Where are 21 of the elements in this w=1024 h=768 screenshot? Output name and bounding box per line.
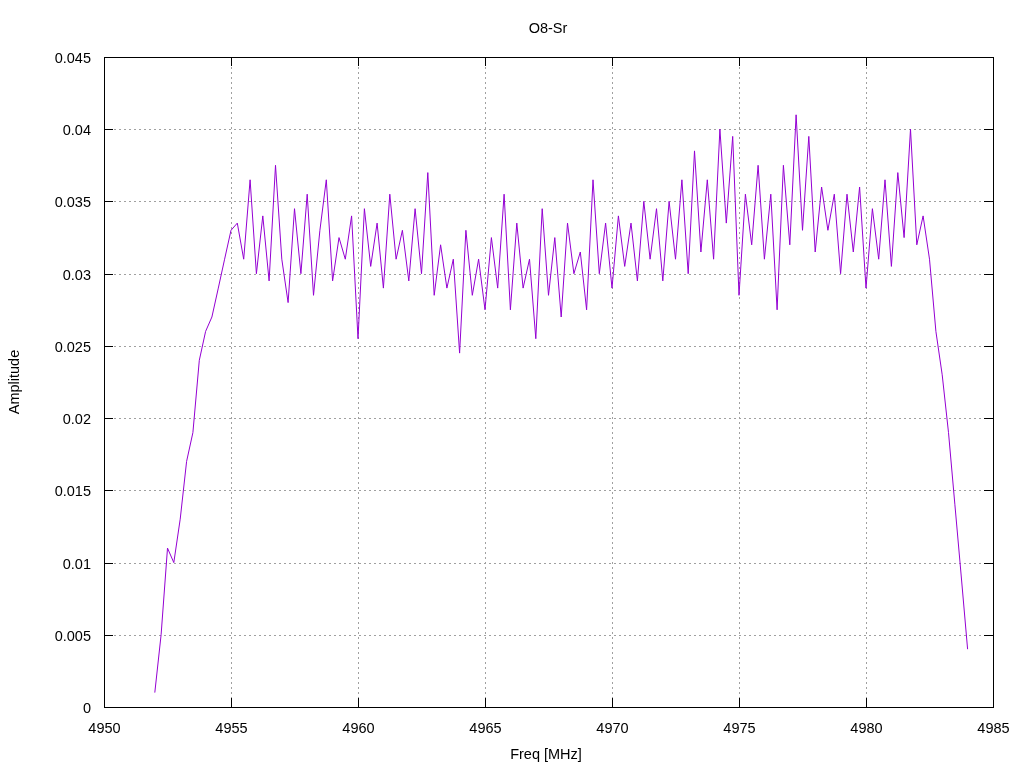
x-tick-label: 4950 <box>88 720 121 736</box>
chart-title: O8-Sr <box>528 20 568 36</box>
y-tick-label: 0.015 <box>54 482 91 499</box>
y-axis-label: Amplitude <box>6 349 22 415</box>
y-tick-label: 0 <box>82 699 91 716</box>
x-tick-label: 4985 <box>977 720 1010 736</box>
y-tick-label: 0.03 <box>62 266 91 283</box>
y-tick-label: 0.02 <box>62 410 91 427</box>
x-tick-label: 4970 <box>596 720 629 736</box>
x-tick-label: 4960 <box>342 720 375 736</box>
y-tick-label: 0.025 <box>54 338 91 355</box>
x-tick-label: 4975 <box>723 720 756 736</box>
y-tick-label: 0.045 <box>54 49 91 66</box>
x-axis-label: Freq [MHz] <box>510 746 582 762</box>
y-tick-label: 0.035 <box>54 193 91 210</box>
x-tick-label: 4965 <box>469 720 502 736</box>
y-tick-label: 0.005 <box>54 627 91 644</box>
y-tick-label: 0.01 <box>62 555 91 572</box>
x-tick-label: 4955 <box>215 720 248 736</box>
y-tick-label: 0.04 <box>62 121 91 138</box>
x-tick-label: 4980 <box>850 720 883 736</box>
